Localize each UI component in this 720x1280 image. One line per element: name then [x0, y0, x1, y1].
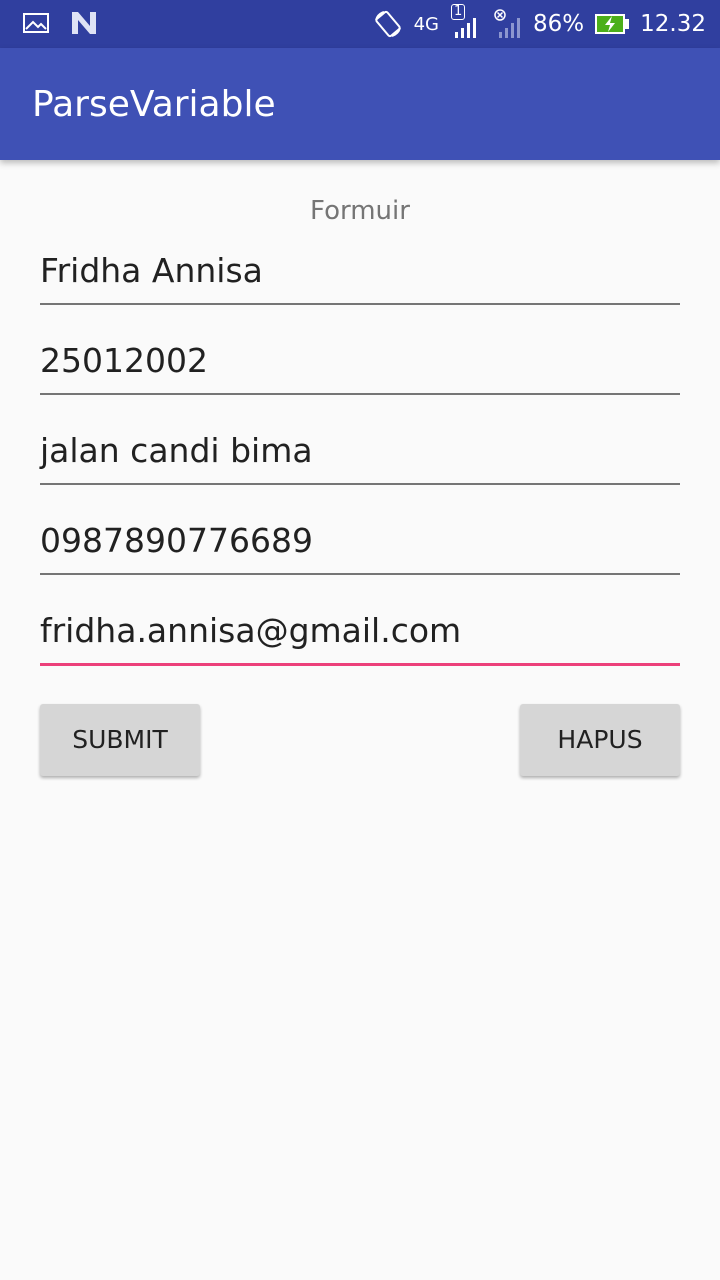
rotate-icon: [374, 10, 401, 38]
address-field[interactable]: jalan candi bima: [40, 423, 680, 485]
clock: 12.32: [640, 11, 706, 37]
email-field[interactable]: fridha.annisa@gmail.com: [40, 603, 680, 666]
gallery-icon: [23, 13, 49, 33]
network-type: 4G: [413, 13, 440, 35]
no-sim-icon: [494, 9, 521, 38]
battery-charging-icon: [595, 14, 630, 34]
app-bar: ParseVariable: [0, 48, 720, 160]
submit-button[interactable]: SUBMIT: [40, 704, 200, 776]
status-bar: 4G 1 86% 12.32: [0, 0, 720, 48]
phone-field[interactable]: 0987890776689: [40, 513, 680, 575]
birthdate-field[interactable]: 25012002: [40, 333, 680, 395]
battery-percent: 86%: [533, 11, 585, 37]
form-heading: Formuir: [310, 196, 410, 226]
signal-icon: 1: [449, 4, 483, 40]
app-title: ParseVariable: [32, 84, 276, 125]
name-field[interactable]: Fridha Annisa: [40, 243, 680, 305]
n-icon: [72, 12, 96, 34]
clear-button[interactable]: HAPUS: [520, 704, 680, 776]
